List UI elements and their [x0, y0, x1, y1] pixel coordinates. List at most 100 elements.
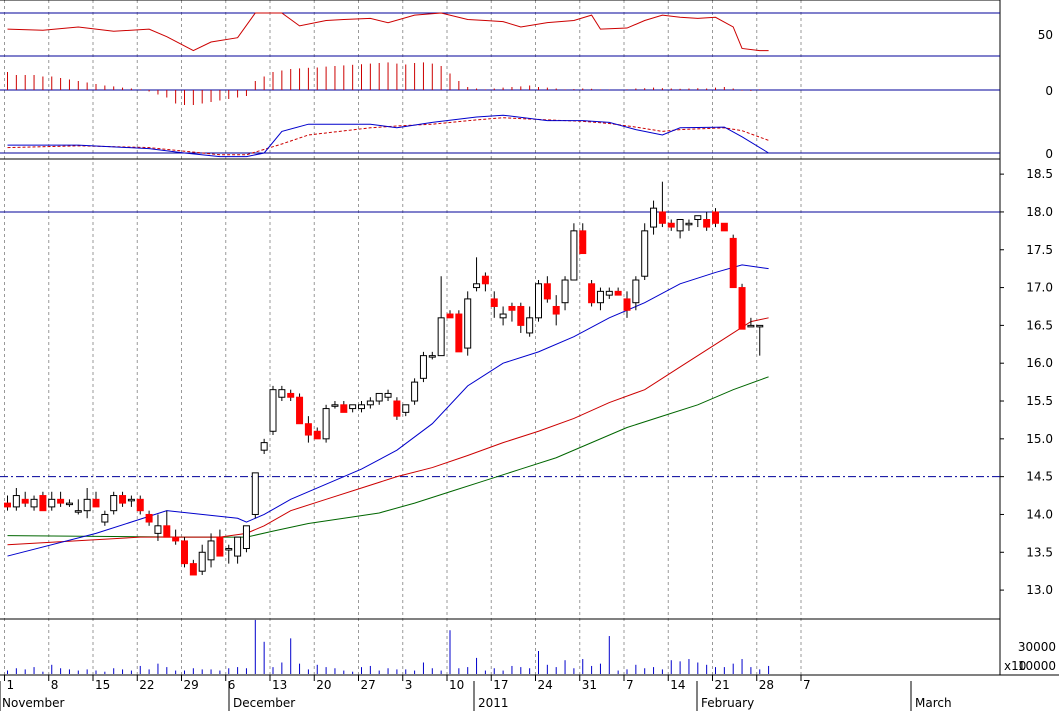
candle-body-up — [473, 283, 481, 289]
price-tick-label: 13.5 — [1026, 545, 1053, 559]
date-tick-label: 1 — [7, 678, 15, 692]
candle-body-down — [181, 540, 188, 565]
candle-body-down — [216, 536, 224, 557]
date-tick-label: 10 — [449, 678, 464, 692]
candle-body-up — [83, 498, 91, 512]
candlestick — [535, 280, 542, 322]
candlestick — [570, 223, 578, 281]
candle-body-up — [632, 279, 640, 304]
candle-body-up — [127, 498, 135, 502]
date-tick-label: 8 — [51, 678, 59, 692]
month-label: 2011 — [478, 696, 509, 710]
candle-body-up — [322, 408, 330, 440]
date-tick-label: 27 — [361, 678, 376, 692]
volume-tick-label: 30000 — [1018, 640, 1056, 654]
date-tick-label: 28 — [759, 678, 774, 692]
candle-body-down — [172, 536, 180, 542]
candle-body-down — [517, 305, 525, 326]
candle-body-up — [411, 381, 419, 402]
price-tick-label: 18.0 — [1026, 205, 1053, 219]
date-tick-label: 24 — [538, 678, 553, 692]
candlestick — [588, 280, 596, 307]
candle-body-down — [296, 396, 304, 425]
candle-body-up — [349, 404, 357, 410]
price-tick-label: 16.0 — [1026, 356, 1053, 370]
candle-body-up — [694, 215, 702, 221]
candlestick — [251, 472, 259, 519]
candle-body-up — [756, 324, 764, 328]
candle-body-down — [508, 305, 516, 311]
candle-body-down — [658, 211, 666, 224]
price-tick-label: 17.0 — [1026, 281, 1053, 295]
price-tick-label: 14.5 — [1026, 470, 1053, 484]
candle-body-down — [481, 275, 489, 285]
date-tick-label: 14 — [670, 678, 685, 692]
price-tick-label: 15.5 — [1026, 394, 1053, 408]
candlestick — [729, 234, 737, 289]
month-label: December — [233, 696, 295, 710]
candle-body-down — [667, 222, 675, 228]
candle-body-down — [119, 495, 127, 504]
candlestick — [296, 393, 304, 425]
candle-body-up — [242, 525, 250, 549]
candle-body-up — [561, 279, 569, 304]
date-tick-label: 20 — [316, 678, 331, 692]
candle-body-down — [57, 498, 65, 504]
candlestick — [738, 283, 746, 330]
candle-body-up — [65, 502, 73, 506]
date-tick-label: 7 — [626, 678, 634, 692]
candle-body-up — [499, 313, 507, 319]
macd-tick-label: 0 — [1045, 147, 1053, 161]
candle-body-up — [74, 510, 82, 513]
candle-body-down — [136, 498, 144, 512]
candle-body-up — [269, 389, 277, 432]
candle-body-down — [21, 498, 29, 504]
candlestick — [641, 223, 649, 281]
candlestick — [720, 222, 728, 232]
candlestick — [322, 404, 330, 443]
candle-body-up — [198, 551, 206, 572]
date-tick-label: 13 — [272, 678, 287, 692]
candle-body-down — [738, 287, 746, 330]
candle-body-up — [402, 404, 410, 413]
candle-body-down — [4, 502, 11, 508]
candle-body-up — [535, 283, 542, 319]
date-tick-label: 3 — [405, 678, 413, 692]
candle-body-up — [358, 404, 365, 410]
candlestick — [464, 291, 472, 356]
candle-body-down — [579, 230, 587, 255]
candlestick — [393, 397, 401, 420]
date-tick-label: 22 — [139, 678, 154, 692]
candle-body-down — [703, 219, 711, 228]
candle-body-up — [676, 219, 684, 232]
rsi-tick-label: 50 — [1038, 28, 1053, 42]
candlestick — [110, 491, 118, 515]
candle-body-up — [101, 513, 109, 523]
histogram-tick-label: 0 — [1045, 84, 1053, 98]
candle-body-down — [614, 290, 622, 296]
candle-body-up — [48, 498, 56, 508]
candle-body-down — [163, 525, 171, 538]
candle-body-up — [428, 355, 436, 358]
candle-body-down — [552, 305, 560, 315]
candle-body-up — [526, 317, 534, 334]
price-tick-label: 17.5 — [1026, 243, 1053, 257]
candle-body-up — [437, 317, 445, 357]
candle-body-down — [446, 313, 454, 319]
date-tick-label: 15 — [95, 678, 110, 692]
candle-body-up — [464, 298, 472, 349]
candle-body-up — [225, 547, 233, 551]
date-tick-label: 31 — [582, 678, 597, 692]
candle-body-down — [92, 498, 100, 508]
date-tick-label: 29 — [184, 678, 199, 692]
candlestick — [419, 351, 427, 383]
stock-chart: 13.0 13.5 14.0 14.5 15.0 15.5 16.0 16.5 17.0 17.5… — [0, 0, 1059, 711]
date-tick-label: 7 — [803, 678, 811, 692]
candle-body-down — [39, 495, 47, 512]
candle-body-up — [260, 442, 268, 451]
candle-body-up — [366, 400, 374, 406]
price-tick-label: 18.5 — [1026, 167, 1053, 181]
candle-body-down — [543, 283, 551, 300]
candle-body-down — [720, 222, 728, 232]
date-tick-label: 17 — [493, 678, 508, 692]
